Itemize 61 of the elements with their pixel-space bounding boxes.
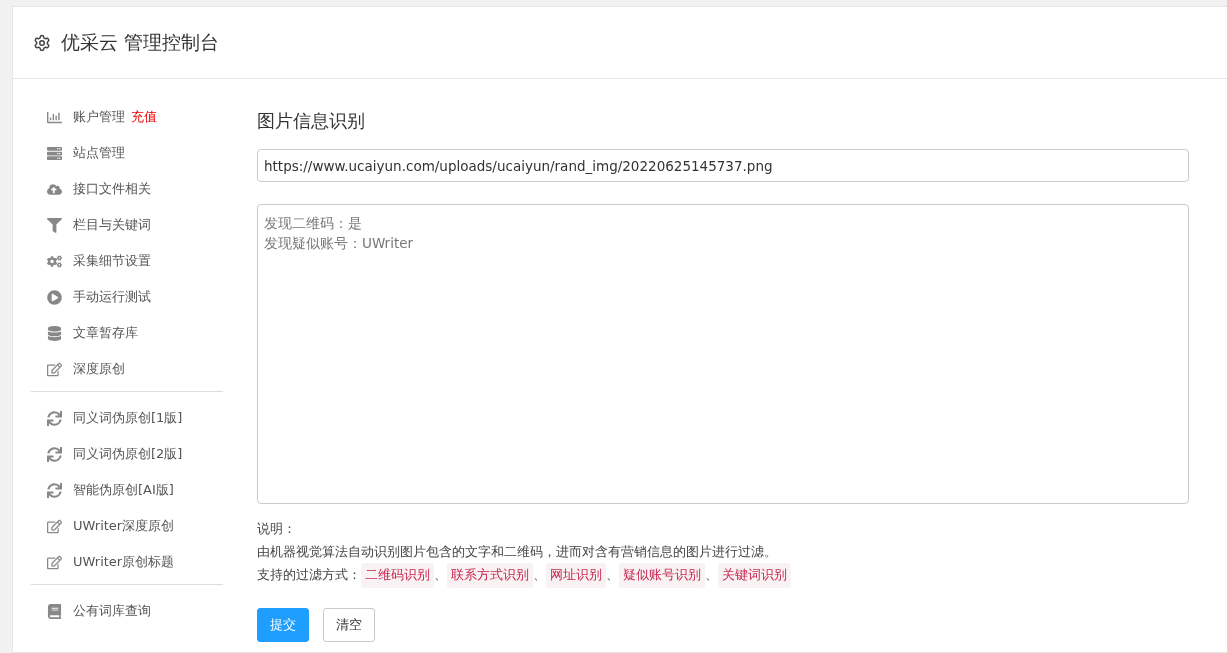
sidebar-label: 公有词库查询	[73, 602, 151, 620]
separator-mark: 、	[705, 566, 718, 584]
edit-icon	[45, 518, 63, 534]
sidebar-label: 栏目与关键词	[73, 216, 151, 234]
settings-icon	[33, 33, 51, 52]
sidebar-item[interactable]: 文章暂存库	[31, 315, 223, 351]
description-text: 由机器视觉算法自动识别图片包含的文字和二维码，进而对含有营销信息的图片进行过滤。	[257, 542, 778, 561]
sidebar-item[interactable]: UWriter原创标题	[31, 544, 223, 580]
sidebar-label: 同义词伪原创[1版]	[73, 409, 183, 427]
gears-icon	[45, 253, 63, 269]
filter-tag: 网址识别	[546, 563, 606, 588]
database-icon	[45, 325, 63, 341]
page-title: 图片信息识别	[257, 109, 366, 133]
notes-label: 说明：	[257, 520, 297, 538]
edit-icon	[45, 554, 63, 570]
filter-icon	[45, 217, 63, 233]
filter-tag: 二维码识别	[361, 563, 434, 588]
sidebar-item[interactable]: 手动运行测试	[31, 279, 223, 315]
sidebar-item[interactable]: 公有词库查询	[31, 593, 223, 629]
sidebar-label: 手动运行测试	[73, 288, 151, 306]
sidebar-item[interactable]: 同义词伪原创[1版]	[31, 400, 223, 436]
sidebar-label: 同义词伪原创[2版]	[73, 445, 183, 463]
book-icon	[45, 603, 63, 619]
server-icon	[45, 145, 63, 161]
sidebar-item[interactable]: 采集细节设置	[31, 243, 223, 279]
sidebar-item[interactable]: 接口文件相关	[31, 171, 223, 207]
sidebar-label: 采集细节设置	[73, 252, 151, 270]
sidebar-item[interactable]: UWriter深度原创	[31, 508, 223, 544]
sidebar-item[interactable]: 同义词伪原创[2版]	[31, 436, 223, 472]
sidebar-label: 深度原创	[73, 360, 125, 378]
sync-icon	[45, 410, 63, 426]
sidebar-label: 文章暂存库	[73, 324, 138, 342]
filter-tag: 关键词识别	[718, 563, 791, 588]
clear-button[interactable]: 清空	[323, 607, 375, 642]
result-text-area[interactable]: 发现二维码：是 发现疑似账号：UWriter	[257, 204, 1189, 504]
cloud-upload-icon	[45, 181, 63, 197]
separator-mark: 、	[606, 566, 619, 584]
url-input-field[interactable]: https://www.ucaiyun.com/uploads/ucaiyun/rand_img/20220625145737.png	[257, 149, 1189, 182]
filters-label: 支持的过滤方式：	[257, 566, 361, 584]
edit-icon	[45, 361, 63, 377]
sidebar-label: 智能伪原创[AI版]	[73, 481, 174, 499]
separator-mark: 、	[434, 566, 447, 584]
console-title: 优采云 管理控制台	[61, 29, 220, 55]
sidebar-label: 账户管理	[73, 108, 125, 126]
filter-tag: 联系方式识别	[447, 563, 533, 588]
sidebar-item[interactable]: 账户管理 充值	[31, 99, 223, 135]
sidebar-label: 接口文件相关	[73, 180, 151, 198]
sidebar-item[interactable]: 深度原创	[31, 351, 223, 387]
sidebar-item[interactable]: 站点管理	[31, 135, 223, 171]
separator-mark: 、	[533, 566, 546, 584]
sidebar-item[interactable]: 栏目与关键词	[31, 207, 223, 243]
play-icon	[45, 289, 63, 305]
sync-icon	[45, 482, 63, 498]
sidebar-label: 站点管理	[73, 144, 125, 162]
filter-tag: 疑似账号识别	[619, 563, 705, 588]
sidebar-label: UWriter原创标题	[73, 553, 175, 571]
sidebar-label: UWriter深度原创	[73, 517, 175, 535]
sync-icon	[45, 446, 63, 462]
bar-chart-icon	[45, 109, 63, 125]
sidebar-item[interactable]: 智能伪原创[AI版]	[31, 472, 223, 508]
recharge-link[interactable]: 充值	[131, 108, 157, 126]
